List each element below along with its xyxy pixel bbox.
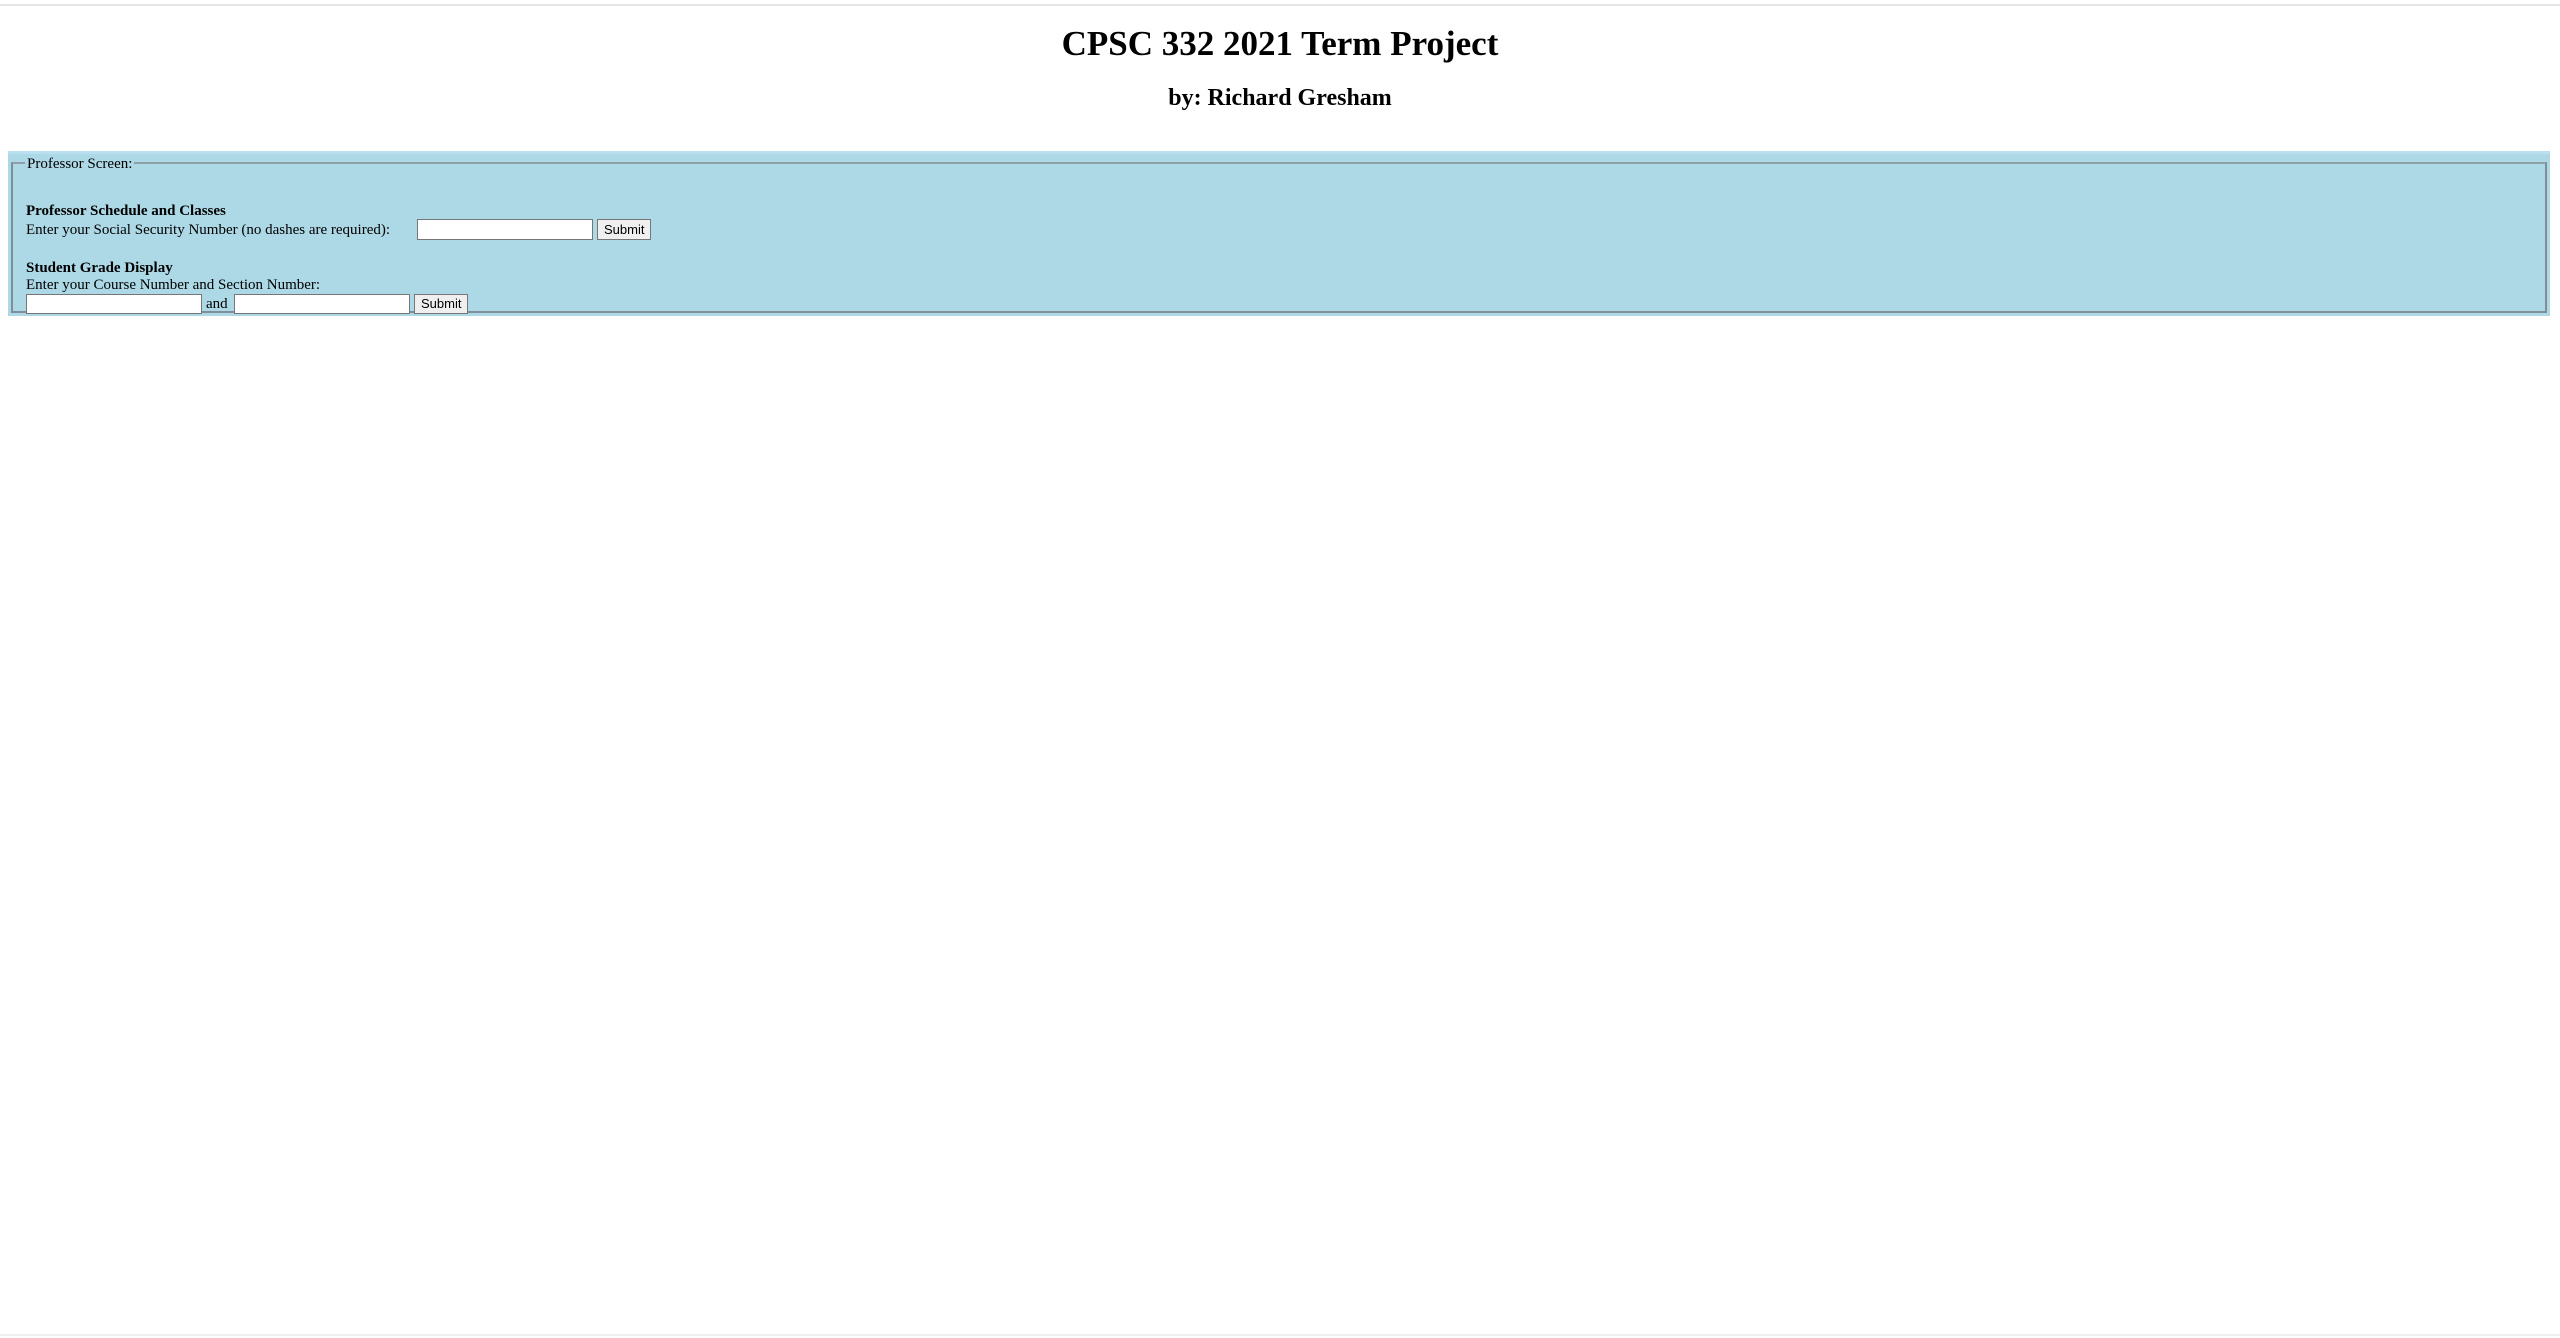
professor-panel: Professor Screen: Professor Schedule and… (8, 151, 2550, 316)
schedule-section-heading: Professor Schedule and Classes (26, 203, 226, 219)
page-subtitle: by: Richard Gresham (1168, 85, 1392, 111)
top-divider (0, 4, 2560, 6)
bottom-divider (0, 1334, 2560, 1336)
course-section-prompt: Enter your Course Number and Section Num… (26, 277, 321, 293)
course-number-input[interactable] (26, 294, 202, 314)
ssn-input[interactable] (417, 219, 593, 240)
professor-screen-fieldset: Professor Screen: Professor Schedule and… (11, 155, 2547, 314)
grade-section-heading: Student Grade Display (26, 260, 173, 276)
grade-submit-button[interactable]: Submit (414, 294, 469, 314)
fieldset-legend: Professor Screen: (25, 155, 135, 173)
section-number-input[interactable] (234, 294, 410, 314)
and-label: and (206, 296, 228, 312)
schedule-submit-button[interactable]: Submit (597, 219, 652, 240)
ssn-prompt: Enter your Social Security Number (no da… (26, 222, 391, 238)
page-title: CPSC 332 2021 Term Project (1061, 24, 1499, 63)
